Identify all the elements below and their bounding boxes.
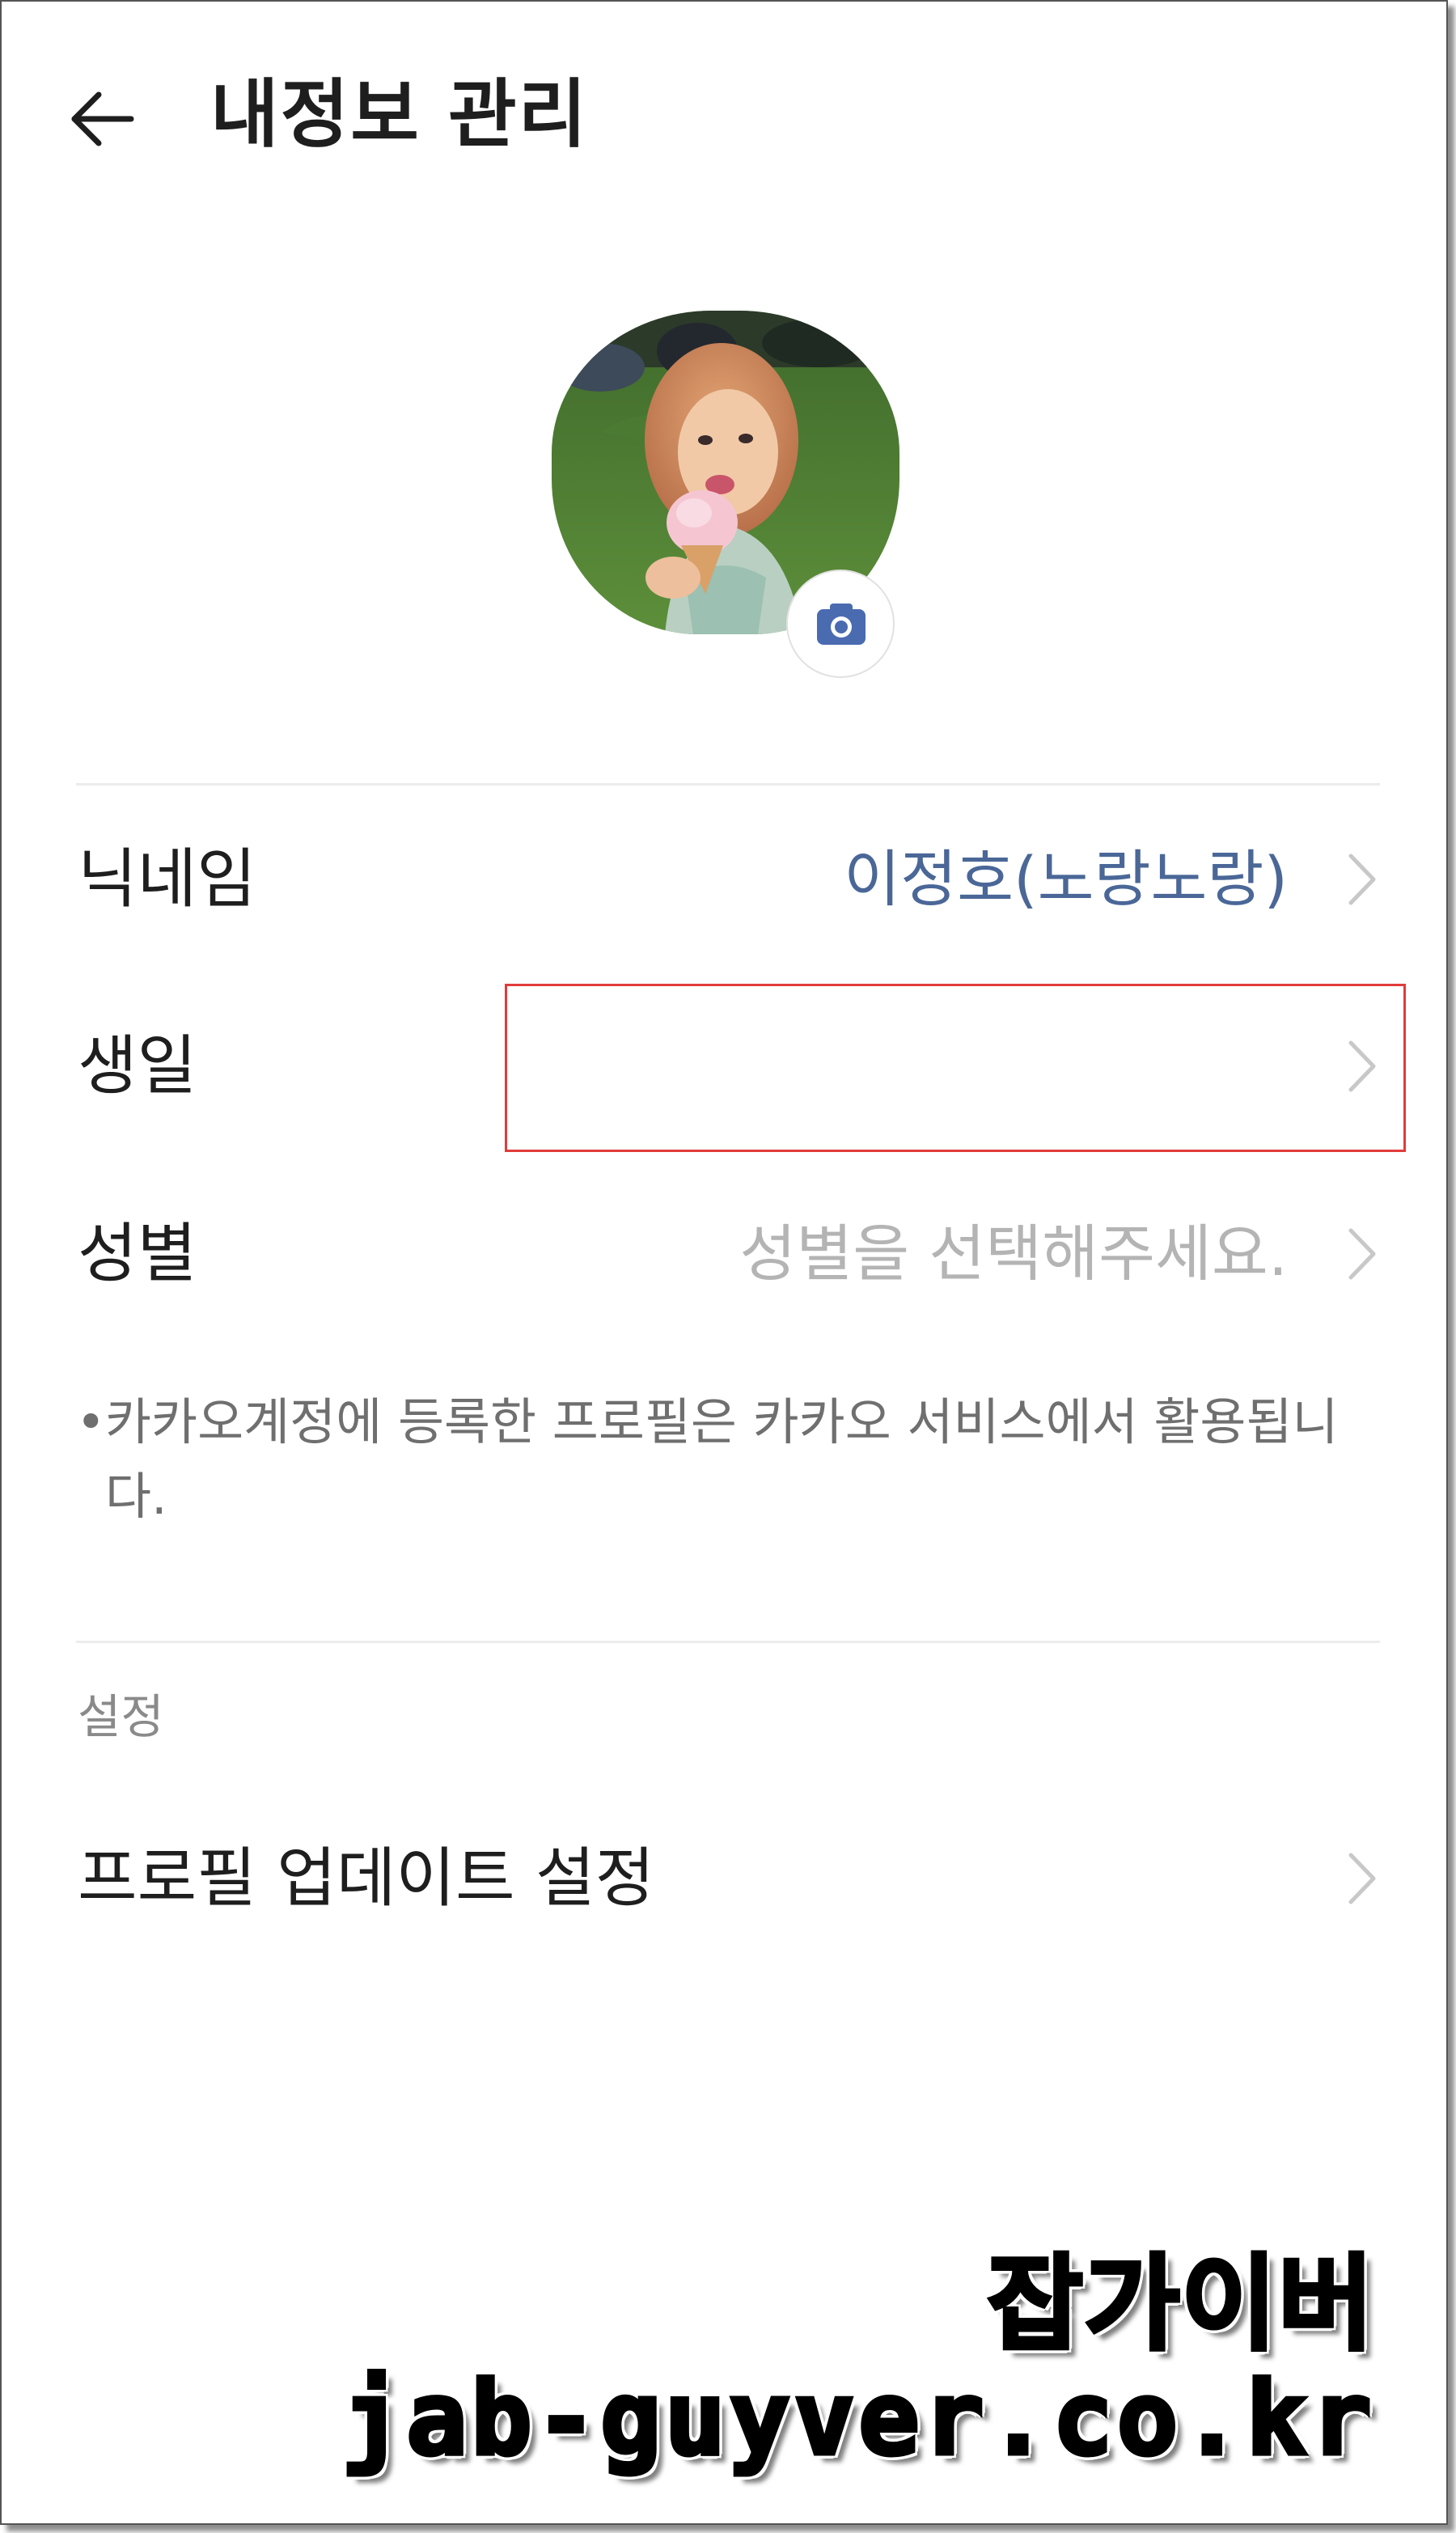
profile-update-settings-label: 프로필 업데이트 설정 [78, 1840, 655, 1916]
notice-text: 카카오계정에 등록한 프로필은 카카오 서비스에서 활용됩니다. [105, 1392, 1339, 1526]
divider [76, 783, 1380, 786]
app-screen: 내정보 관리 닉네임 이정호(노랑노랑) 생일 성별 성별을 선택해주세요. •… [0, 0, 1448, 2525]
birthday-label: 생일 [78, 1028, 197, 1103]
nickname-value: 이정호(노랑노랑) [844, 843, 1288, 915]
watermark-name: 잡가이버 [985, 2243, 1375, 2367]
gender-label: 성별 [78, 1216, 197, 1291]
watermark-url: jab-guyver.co.kr [340, 2359, 1375, 2478]
back-button[interactable] [66, 83, 139, 155]
profile-photo-area [552, 311, 899, 678]
change-photo-button[interactable] [786, 570, 895, 678]
divider [76, 1641, 1380, 1643]
chevron-right-icon [1348, 1853, 1376, 1904]
gender-placeholder: 성별을 선택해주세요. [739, 1218, 1288, 1290]
arrow-left-icon [71, 91, 134, 146]
profile-update-settings-row[interactable]: 프로필 업데이트 설정 [2, 1798, 1446, 1959]
chevron-right-icon [1348, 1040, 1376, 1092]
nickname-label: 닉네임 [78, 841, 256, 917]
camera-icon [817, 604, 866, 645]
chevron-right-icon [1348, 854, 1376, 905]
page-title: 내정보 관리 [210, 71, 589, 158]
chevron-right-icon [1348, 1228, 1376, 1280]
gender-row[interactable]: 성별 성별을 선택해주세요. [2, 1173, 1446, 1335]
profile-notice: • 카카오계정에 등록한 프로필은 카카오 서비스에서 활용됩니다. [76, 1385, 1386, 1534]
nickname-row[interactable]: 닉네임 이정호(노랑노랑) [2, 798, 1446, 960]
section-label-settings: 설정 [78, 1689, 164, 1744]
notice-bullet: • [76, 1392, 106, 1451]
birthday-row[interactable]: 생일 [2, 985, 1446, 1147]
